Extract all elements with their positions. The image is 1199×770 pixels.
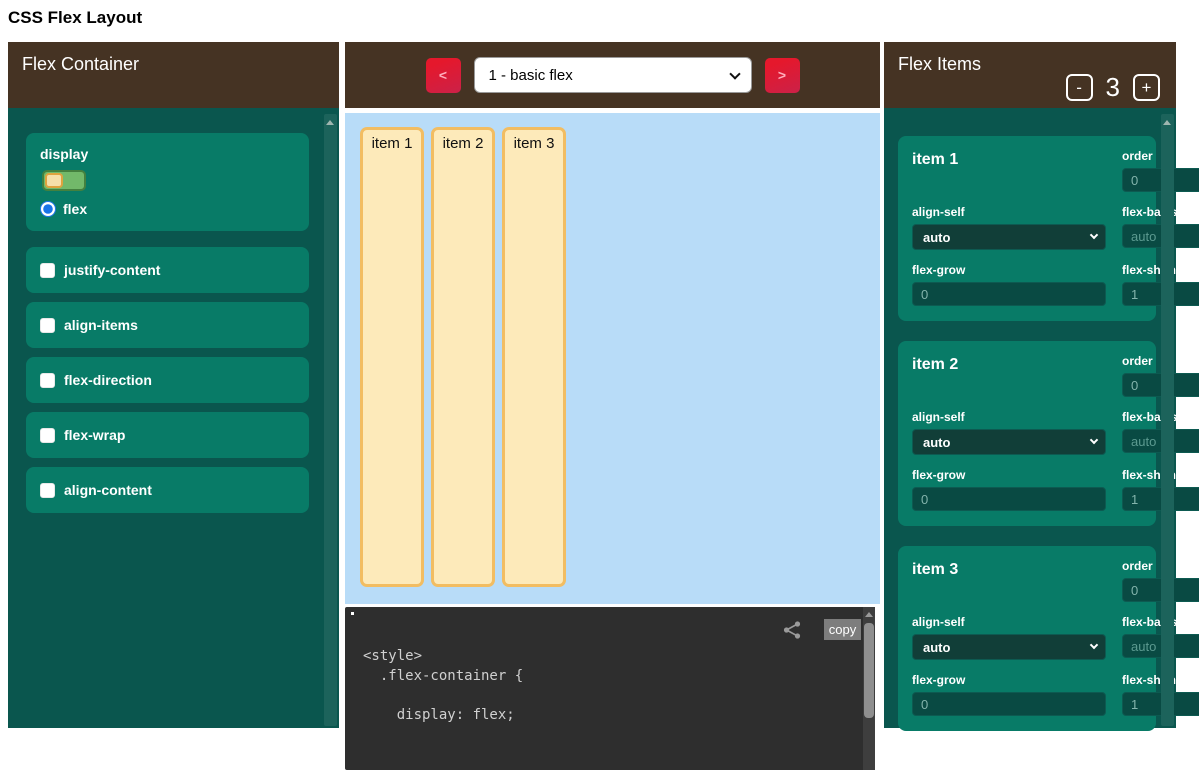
- flex-radio[interactable]: [40, 201, 56, 217]
- prev-scenario-button[interactable]: <: [426, 58, 461, 93]
- right-panel-scrollbar[interactable]: [1161, 114, 1174, 726]
- flex-grow-label: flex-grow: [912, 263, 1106, 277]
- code-panel-scrollbar[interactable]: [863, 607, 875, 770]
- item-1-flex-grow-input[interactable]: [912, 282, 1106, 306]
- display-option-card: display flex: [26, 133, 309, 231]
- flex-item-1: item 1: [360, 127, 424, 587]
- flex-container-preview: item 1 item 2 item 3: [345, 113, 880, 604]
- flex-container-panel-header: Flex Container: [8, 42, 339, 108]
- flex-radio-label: flex: [63, 201, 87, 217]
- align-content-label: align-content: [64, 482, 152, 498]
- flex-direction-label: flex-direction: [64, 372, 152, 388]
- item-1-card: item 1 order align-self auto flex-basis: [898, 136, 1156, 321]
- item-2-title: item 2: [912, 354, 1106, 397]
- css-code-text: <style> .flex-container { display: flex;: [363, 647, 523, 725]
- flex-container-panel-title: Flex Container: [22, 54, 139, 74]
- next-scenario-button[interactable]: >: [765, 58, 800, 93]
- display-label: display: [40, 146, 295, 162]
- flex-items-panel: Flex Items - 3 + item 1 order align-self…: [884, 42, 1176, 728]
- flex-items-panel-body: item 1 order align-self auto flex-basis: [884, 108, 1176, 728]
- item-count: 3: [1106, 72, 1120, 103]
- align-items-card[interactable]: align-items: [26, 302, 309, 348]
- item-2-card: item 2 order align-self auto flex-basis: [898, 341, 1156, 526]
- item-3-align-self-select[interactable]: auto: [912, 634, 1106, 660]
- code-scrollbar-thumb[interactable]: [864, 623, 874, 718]
- flex-wrap-card[interactable]: flex-wrap: [26, 412, 309, 458]
- align-items-checkbox[interactable]: [40, 318, 55, 333]
- preview-column: < 1 - basic flex > item 1 item 2 item 3 …: [345, 42, 880, 728]
- scroll-up-arrow-icon[interactable]: [1163, 120, 1171, 125]
- item-2-align-self-select[interactable]: auto: [912, 429, 1106, 455]
- justify-content-checkbox[interactable]: [40, 263, 55, 278]
- remove-item-button[interactable]: -: [1066, 74, 1093, 101]
- align-self-label: align-self: [912, 410, 1106, 424]
- align-content-card[interactable]: align-content: [26, 467, 309, 513]
- item-3-card: item 3 order align-self auto flex-basis: [898, 546, 1156, 731]
- item-2-flex-grow-input[interactable]: [912, 487, 1106, 511]
- flex-item-2: item 2: [431, 127, 495, 587]
- justify-content-label: justify-content: [64, 262, 160, 278]
- flex-direction-card[interactable]: flex-direction: [26, 357, 309, 403]
- item-3-flex-grow-input[interactable]: [912, 692, 1106, 716]
- justify-content-card[interactable]: justify-content: [26, 247, 309, 293]
- display-toggle-knob: [45, 173, 63, 188]
- flex-container-panel: Flex Container display flex justify-cont…: [8, 42, 339, 728]
- code-panel-dot: [351, 612, 354, 615]
- flex-item-3: item 3: [502, 127, 566, 587]
- flex-grow-label: flex-grow: [912, 468, 1106, 482]
- flex-items-panel-header: Flex Items - 3 +: [884, 42, 1176, 108]
- item-3-title: item 3: [912, 559, 1106, 602]
- flex-grow-label: flex-grow: [912, 673, 1106, 687]
- scroll-up-arrow-icon[interactable]: [865, 612, 873, 617]
- display-toggle[interactable]: [42, 170, 86, 191]
- align-self-label: align-self: [912, 205, 1106, 219]
- left-panel-scrollbar[interactable]: [324, 114, 337, 726]
- item-1-align-self-select[interactable]: auto: [912, 224, 1106, 250]
- share-icon[interactable]: [782, 620, 802, 640]
- flex-container-panel-body: display flex justify-content align-items…: [8, 108, 339, 728]
- flex-wrap-checkbox[interactable]: [40, 428, 55, 443]
- add-item-button[interactable]: +: [1133, 74, 1160, 101]
- item-1-title: item 1: [912, 149, 1106, 192]
- align-self-label: align-self: [912, 615, 1106, 629]
- flex-wrap-label: flex-wrap: [64, 427, 125, 443]
- align-content-checkbox[interactable]: [40, 483, 55, 498]
- scenario-nav-bar: < 1 - basic flex >: [345, 42, 880, 108]
- scroll-up-arrow-icon[interactable]: [326, 120, 334, 125]
- copy-button[interactable]: copy: [824, 619, 861, 640]
- page-title: CSS Flex Layout: [8, 8, 142, 28]
- align-items-label: align-items: [64, 317, 138, 333]
- css-code-panel: copy <style> .flex-container { display: …: [345, 607, 875, 770]
- flex-direction-checkbox[interactable]: [40, 373, 55, 388]
- scenario-select[interactable]: 1 - basic flex: [474, 57, 752, 93]
